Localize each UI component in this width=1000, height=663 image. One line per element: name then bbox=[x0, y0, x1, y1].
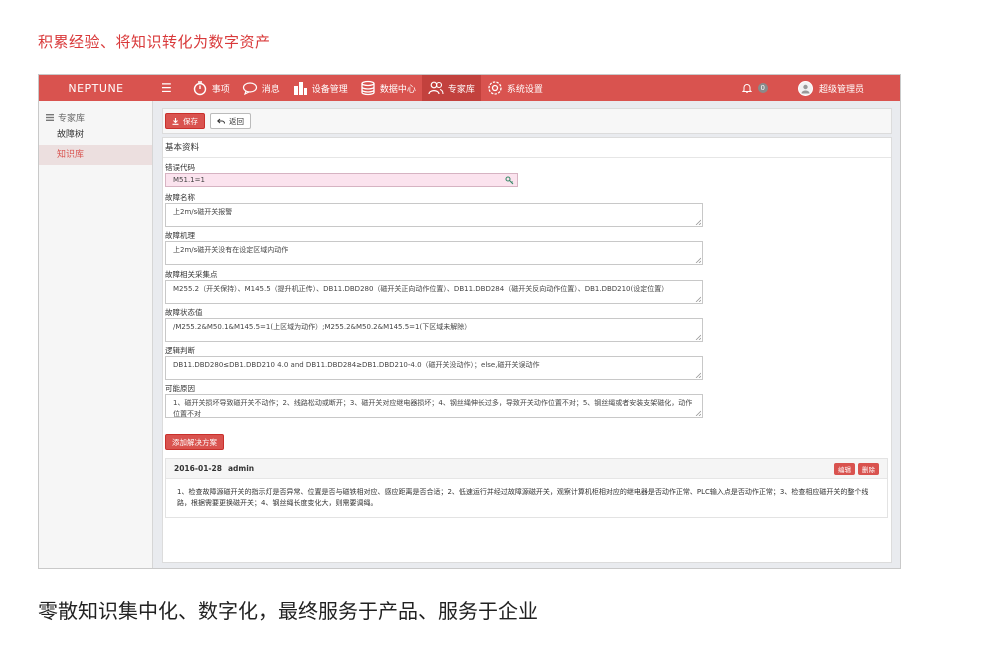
causes-value: 1、磁开关损坏导致磁开关不动作；2、线路松动或断开；3、磁开关对应继电器损坏；4… bbox=[173, 399, 693, 418]
top-navbar: NEPTUNE ☰ 事项 消息 设备管理 数据中心 专家库 系统设置 0 超级管… bbox=[39, 75, 900, 101]
solution-header: 2016-01-28 admin 编辑 删除 bbox=[166, 459, 887, 479]
field-related-points: 故障相关采集点 M255.2（开关保持）、M145.5（提升机正传）、DB11.… bbox=[165, 270, 703, 304]
nav-right: 0 超级管理员 bbox=[741, 75, 900, 101]
resize-handle-icon[interactable] bbox=[695, 219, 701, 225]
fault-name-textarea[interactable]: 上2m/s磁开关报警 bbox=[165, 203, 703, 227]
menu-toggle-icon[interactable]: ☰ bbox=[153, 75, 186, 101]
gear-icon bbox=[488, 81, 502, 95]
nav-item-tasks[interactable]: 事项 bbox=[186, 75, 236, 101]
logic-value: DB11.DBD280≤DB1.DBD210 4.0 and DB11.DBD2… bbox=[173, 361, 540, 369]
save-button[interactable]: 保存 bbox=[165, 113, 205, 129]
sidebar-header: 专家库 bbox=[39, 101, 152, 125]
nav-menu: ☰ 事项 消息 设备管理 数据中心 专家库 系统设置 bbox=[153, 75, 549, 101]
nav-label-devices: 设备管理 bbox=[311, 84, 348, 95]
fault-mechanism-value: 上2m/s磁开关没有在设定区域内动作 bbox=[173, 246, 289, 254]
field-causes: 可能原因 1、磁开关损坏导致磁开关不动作；2、线路松动或断开；3、磁开关对应继电… bbox=[165, 384, 703, 418]
sidebar-item-knowledge-base[interactable]: 知识库 bbox=[39, 145, 152, 165]
resize-handle-icon[interactable] bbox=[695, 372, 701, 378]
undo-icon bbox=[217, 118, 225, 124]
causes-textarea[interactable]: 1、磁开关损坏导致磁开关不动作；2、线路松动或断开；3、磁开关对应继电器损坏；4… bbox=[165, 394, 703, 418]
back-button[interactable]: 返回 bbox=[210, 113, 251, 129]
logic-label: 逻辑判断 bbox=[165, 346, 195, 355]
timer-icon bbox=[193, 81, 206, 96]
status-value-value: /M255.2&M50.1&M145.5=1(上区域为动作）;M255.2&M5… bbox=[173, 323, 472, 331]
brand-logo[interactable]: NEPTUNE bbox=[39, 82, 153, 95]
notification-badge: 0 bbox=[757, 83, 768, 93]
basic-info-panel: 基本资料 错误代码 M51.1=1 故障名称 上2m/s磁开关报警 故障机理 上… bbox=[162, 137, 892, 563]
nav-label-messages: 消息 bbox=[261, 84, 280, 95]
status-value-label: 故障状态值 bbox=[165, 308, 203, 317]
causes-label: 可能原因 bbox=[165, 384, 195, 393]
list-icon bbox=[46, 113, 54, 121]
fault-mechanism-label: 故障机理 bbox=[165, 231, 195, 240]
nav-label-tasks: 事项 bbox=[211, 84, 230, 95]
key-icon[interactable] bbox=[505, 176, 514, 185]
field-fault-name: 故障名称 上2m/s磁开关报警 bbox=[165, 193, 703, 227]
solution-actions: 编辑 删除 bbox=[834, 462, 887, 475]
solution-date: 2016-01-28 bbox=[174, 464, 222, 473]
related-points-textarea[interactable]: M255.2（开关保持）、M145.5（提升机正传）、DB11.DBD280（磁… bbox=[165, 280, 703, 304]
user-icon bbox=[801, 84, 810, 93]
related-points-label: 故障相关采集点 bbox=[165, 270, 218, 279]
main-content: 保存 返回 基本资料 错误代码 M51.1=1 故障名称 上2m/s磁开关报警 bbox=[153, 101, 900, 568]
sidebar-title: 专家库 bbox=[58, 113, 86, 124]
page-caption: 零散知识集中化、数字化，最终服务于产品、服务于企业 bbox=[38, 599, 538, 623]
error-code-label: 错误代码 bbox=[165, 163, 195, 172]
resize-handle-icon[interactable] bbox=[695, 257, 701, 263]
sidebar-item-fault-tree[interactable]: 故障树 bbox=[39, 125, 152, 145]
avatar[interactable] bbox=[797, 80, 813, 96]
nav-label-experts: 专家库 bbox=[447, 84, 475, 95]
field-error-code: 错误代码 M51.1=1 bbox=[165, 163, 518, 187]
fault-name-label: 故障名称 bbox=[165, 193, 195, 202]
nav-item-messages[interactable]: 消息 bbox=[236, 75, 286, 101]
chat-icon bbox=[242, 82, 257, 96]
nav-label-settings: 系统设置 bbox=[506, 84, 543, 95]
resize-handle-icon[interactable] bbox=[695, 334, 701, 340]
app-window: NEPTUNE ☰ 事项 消息 设备管理 数据中心 专家库 系统设置 0 超级管… bbox=[38, 74, 901, 569]
nav-item-devices[interactable]: 设备管理 bbox=[286, 75, 354, 101]
fault-name-value: 上2m/s磁开关报警 bbox=[173, 208, 233, 216]
delete-button[interactable]: 删除 bbox=[858, 462, 879, 475]
toolbar: 保存 返回 bbox=[162, 108, 892, 134]
solution-card: 2016-01-28 admin 编辑 删除 1、检查故障源磁开关的指示灯是否异… bbox=[165, 458, 888, 518]
nav-item-settings[interactable]: 系统设置 bbox=[481, 75, 549, 101]
resize-handle-icon[interactable] bbox=[695, 410, 701, 416]
field-logic: 逻辑判断 DB11.DBD280≤DB1.DBD210 4.0 and DB11… bbox=[165, 346, 703, 380]
database-icon bbox=[361, 80, 375, 96]
panel-title: 基本资料 bbox=[163, 138, 891, 158]
solution-author: admin bbox=[227, 464, 255, 473]
fault-mechanism-textarea[interactable]: 上2m/s磁开关没有在设定区域内动作 bbox=[165, 241, 703, 265]
nav-item-data-center[interactable]: 数据中心 bbox=[354, 75, 422, 101]
status-value-textarea[interactable]: /M255.2&M50.1&M145.5=1(上区域为动作）;M255.2&M5… bbox=[165, 318, 703, 342]
add-solution-button[interactable]: 添加解决方案 bbox=[165, 434, 224, 450]
solution-text: 1、检查故障源磁开关的指示灯是否异常、位置是否与磁铁相对应、感应距离是否合适；2… bbox=[177, 488, 869, 507]
field-fault-mechanism: 故障机理 上2m/s磁开关没有在设定区域内动作 bbox=[165, 231, 703, 265]
page-heading: 积累经验、将知识转化为数字资产 bbox=[38, 33, 271, 51]
building-icon bbox=[293, 82, 307, 95]
experts-icon bbox=[428, 81, 444, 95]
user-name[interactable]: 超级管理员 bbox=[819, 82, 864, 95]
error-code-input[interactable]: M51.1=1 bbox=[165, 173, 518, 187]
field-status-value: 故障状态值 /M255.2&M50.1&M145.5=1(上区域为动作）;M25… bbox=[165, 308, 703, 342]
sidebar: 专家库 故障树 知识库 bbox=[39, 101, 153, 568]
nav-item-experts[interactable]: 专家库 bbox=[421, 75, 481, 101]
save-label: 保存 bbox=[183, 116, 198, 126]
back-label: 返回 bbox=[229, 116, 244, 126]
logic-textarea[interactable]: DB11.DBD280≤DB1.DBD210 4.0 and DB11.DBD2… bbox=[165, 356, 703, 380]
nav-label-data-center: 数据中心 bbox=[379, 84, 416, 95]
download-icon bbox=[172, 117, 179, 125]
bell-icon[interactable] bbox=[741, 83, 752, 93]
error-code-value: M51.1=1 bbox=[173, 176, 205, 184]
resize-handle-icon[interactable] bbox=[695, 296, 701, 302]
edit-button[interactable]: 编辑 bbox=[834, 462, 855, 475]
related-points-value: M255.2（开关保持）、M145.5（提升机正传）、DB11.DBD280（磁… bbox=[173, 285, 669, 293]
